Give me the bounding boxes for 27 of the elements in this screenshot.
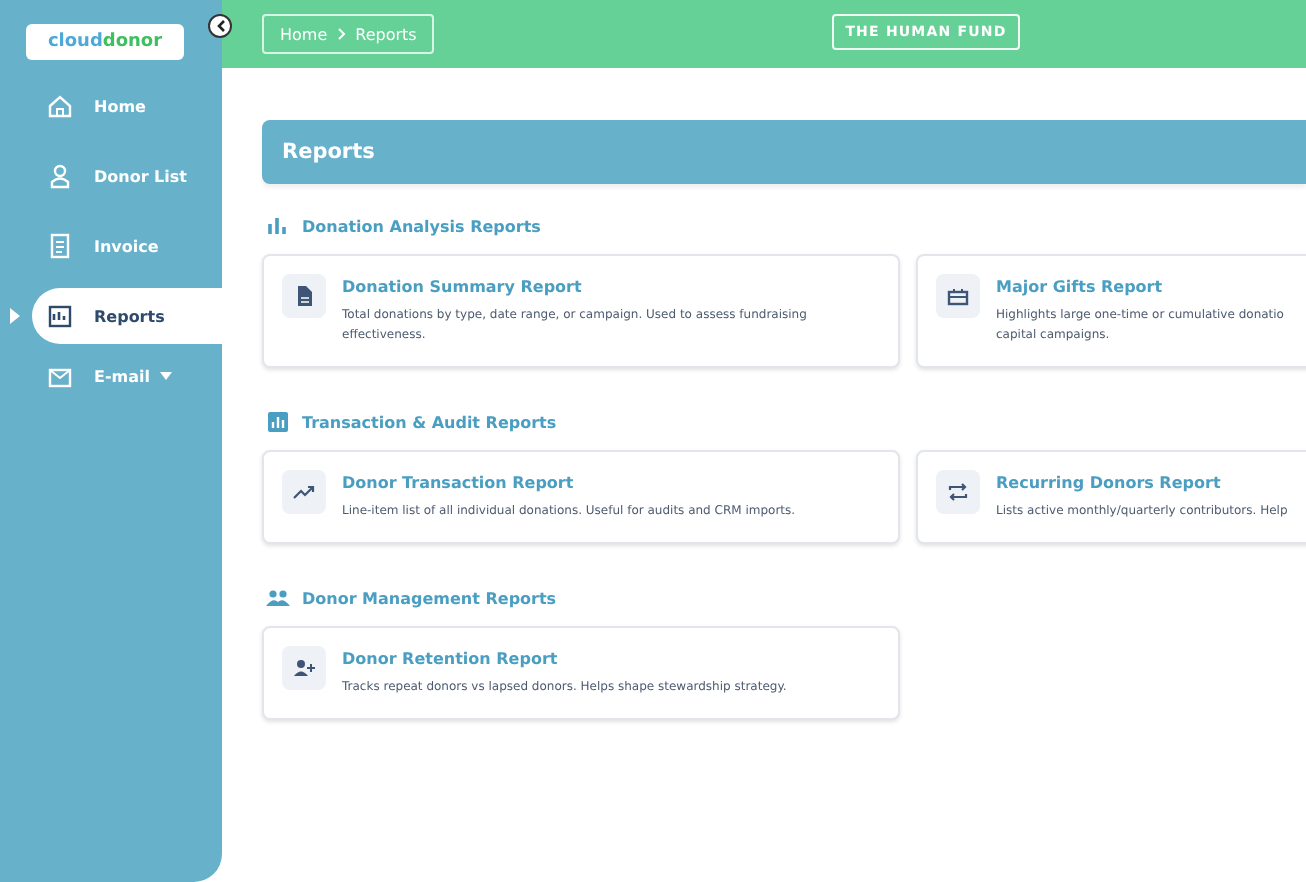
page-title-bar: Reports: [262, 120, 1306, 184]
repeat-arrows-icon: [946, 480, 970, 504]
report-icon: [46, 302, 74, 330]
gift-box-icon: [946, 284, 970, 308]
report-title: Donation Summary Report: [342, 278, 584, 296]
trend-line-icon: [292, 480, 316, 504]
section-title: Donation Analysis Reports: [302, 217, 541, 235]
bar-chart-icon: [266, 410, 290, 434]
section-title: Donor Management Reports: [302, 589, 557, 607]
report-title: Recurring Donors Report: [996, 474, 1223, 492]
people-icon: [266, 586, 290, 610]
bar-chart-icon: [266, 214, 290, 238]
person-add-icon: [292, 656, 316, 680]
home-icon: [46, 92, 74, 120]
logo: clouddonor: [26, 24, 184, 60]
document-icon: [292, 284, 316, 308]
chevron-icon: [337, 28, 346, 40]
person-icon: [46, 162, 74, 190]
report-title: Donor Transaction Report: [342, 474, 576, 492]
invoice-icon: [46, 232, 74, 260]
caret-icon: [160, 372, 173, 380]
report-title: Donor Retention Report: [342, 650, 560, 668]
chevron-left-icon: [215, 20, 225, 32]
section-title: Transaction & Audit Reports: [302, 413, 557, 431]
report-title: Major Gifts Report: [996, 278, 1165, 296]
selection-pointer-icon: [10, 308, 20, 324]
breadcrumb-current: Reports: [355, 25, 417, 43]
